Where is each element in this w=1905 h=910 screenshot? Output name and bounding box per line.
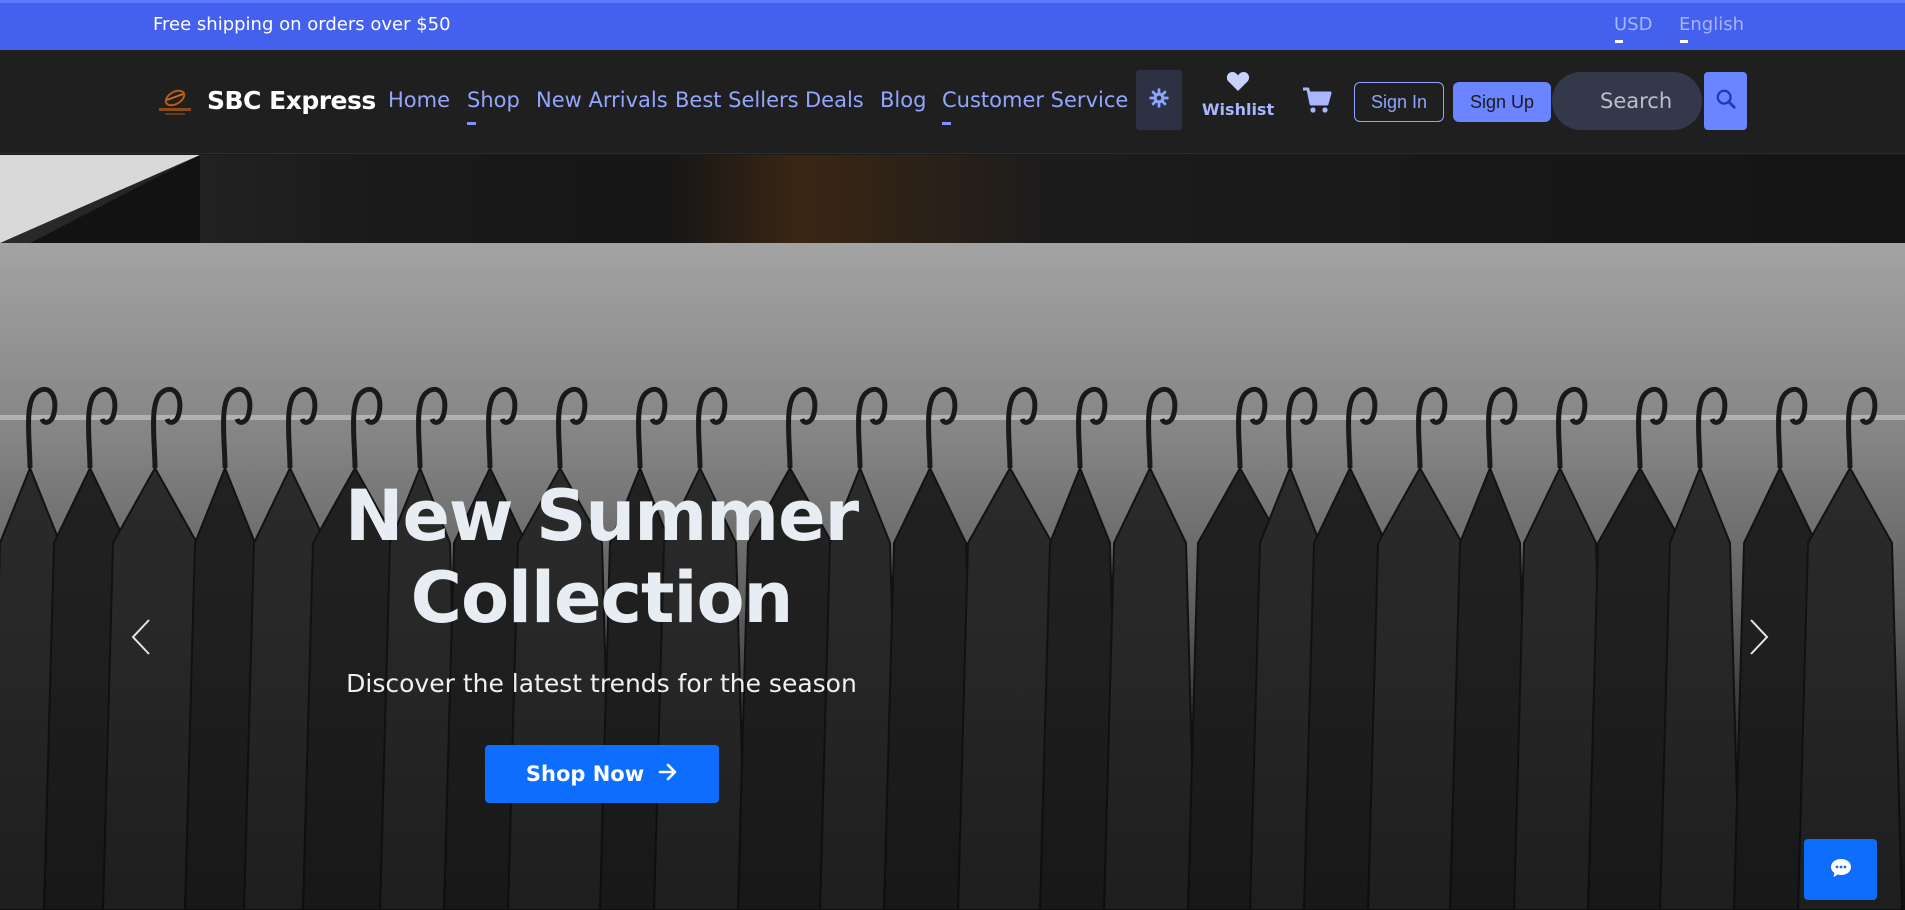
chevron-left-icon xyxy=(130,619,152,661)
nav-label: Deals xyxy=(805,88,864,112)
nav-home[interactable]: Home xyxy=(388,88,450,112)
nav-label: New Arrivals xyxy=(536,88,668,112)
nav-label: Blog xyxy=(880,88,927,112)
arrow-right-icon xyxy=(658,762,678,786)
nav-shop[interactable]: Shop xyxy=(467,88,520,125)
dropdown-indicator xyxy=(942,122,951,125)
nav-customer-service[interactable]: Customer Service xyxy=(942,88,1129,125)
nav-label: Customer Service xyxy=(942,88,1129,112)
gear-icon xyxy=(1148,87,1170,113)
shop-now-button[interactable]: Shop Now xyxy=(485,745,719,803)
chat-icon xyxy=(1829,857,1853,883)
chat-button[interactable] xyxy=(1804,839,1877,900)
theme-toggle-button[interactable] xyxy=(1136,70,1182,130)
search-icon xyxy=(1715,88,1737,114)
nav-best-sellers[interactable]: Best Sellers xyxy=(675,88,799,112)
language-selector[interactable]: English xyxy=(1679,14,1744,43)
image-overlay xyxy=(0,243,1905,910)
brand-name[interactable]: SBC Express xyxy=(207,86,376,115)
nav-label: Shop xyxy=(467,88,520,112)
brand-logo-icon[interactable] xyxy=(153,84,197,120)
language-label: English xyxy=(1679,14,1744,35)
search-input[interactable] xyxy=(1600,72,1692,130)
hero-title: New Summer Collection xyxy=(344,475,859,639)
chevron-right-icon xyxy=(1748,619,1770,661)
promo-text: Free shipping on orders over $50 xyxy=(153,14,451,35)
carousel-next-button[interactable] xyxy=(1748,617,1770,657)
cart-icon xyxy=(1302,87,1332,118)
nav-label: Best Sellers xyxy=(675,88,799,112)
search-button[interactable] xyxy=(1704,72,1747,130)
background-photo-strip xyxy=(0,155,1905,243)
promo-bar: Free shipping on orders over $50 USD Eng… xyxy=(0,0,1905,50)
currency-label: USD xyxy=(1614,14,1653,35)
currency-selector[interactable]: USD xyxy=(1614,14,1653,43)
sign-up-button[interactable]: Sign Up xyxy=(1453,82,1551,122)
dropdown-indicator xyxy=(1615,40,1623,43)
hero-carousel: New Summer Collection Discover the lates… xyxy=(0,155,1905,910)
main-navbar: SBC Express Home Shop New Arrivals Best … xyxy=(0,50,1905,154)
dropdown-indicator xyxy=(467,122,476,125)
nav-label: Home xyxy=(388,88,451,112)
hero-subtitle: Discover the latest trends for the seaso… xyxy=(346,669,857,698)
wishlist-link[interactable]: Wishlist xyxy=(1200,70,1276,130)
carousel-prev-button[interactable] xyxy=(130,617,152,657)
dropdown-indicator xyxy=(1680,40,1688,43)
cta-label: Shop Now xyxy=(525,762,645,786)
nav-blog[interactable]: Blog xyxy=(880,88,926,112)
search-container xyxy=(1552,72,1702,130)
sign-in-button[interactable]: Sign In xyxy=(1354,82,1444,122)
wishlist-label: Wishlist xyxy=(1201,100,1275,119)
heart-icon xyxy=(1225,72,1251,96)
nav-deals[interactable]: Deals xyxy=(805,88,864,112)
nav-new-arrivals[interactable]: New Arrivals xyxy=(536,88,668,112)
cart-button[interactable] xyxy=(1302,86,1332,114)
background-shape xyxy=(30,155,200,243)
